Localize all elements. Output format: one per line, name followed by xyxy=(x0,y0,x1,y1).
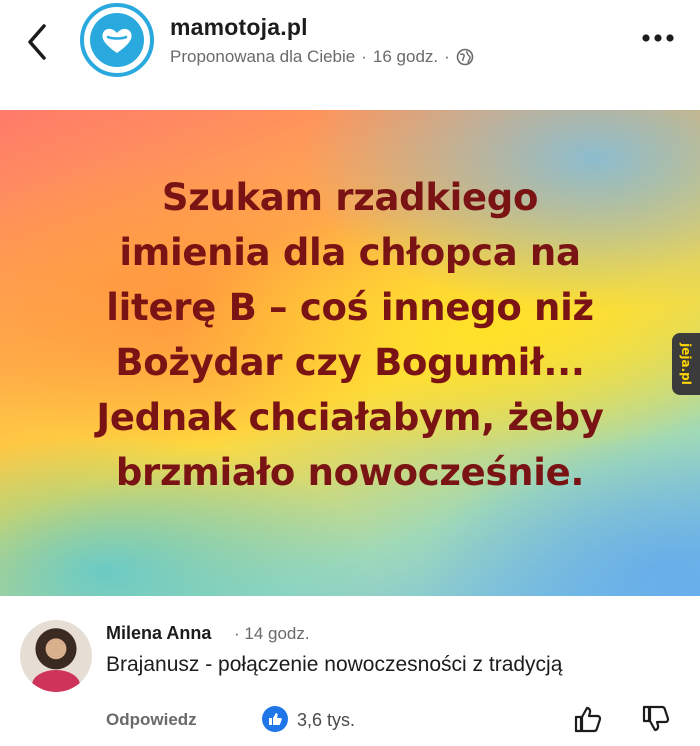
meta-separator: · xyxy=(444,47,450,66)
suggested-label: Proponowana dla Ciebie xyxy=(170,47,356,66)
page-logo-icon xyxy=(90,13,144,67)
globe-icon xyxy=(456,48,474,66)
post-time: 16 godz. xyxy=(372,47,439,66)
watermark: jeja.pl xyxy=(672,333,700,395)
thumb-down-icon[interactable] xyxy=(641,704,671,734)
like-count[interactable]: 3,6 tys. xyxy=(297,710,355,731)
watermark-label: jeja.pl xyxy=(679,343,694,385)
post-meta: Proponowana dla Ciebie · 16 godz. · xyxy=(170,47,474,67)
comment-text: Brajanusz - połączenie nowoczesności z t… xyxy=(106,653,563,676)
comment-author[interactable]: Milena Anna xyxy=(106,623,211,644)
meta-separator: · xyxy=(361,47,367,66)
back-chevron-icon[interactable] xyxy=(22,22,52,62)
page-name[interactable]: mamotoja.pl xyxy=(170,14,308,41)
page-avatar[interactable] xyxy=(80,3,154,77)
post-header: mamotoja.pl Proponowana dla Ciebie · 16 … xyxy=(0,0,700,100)
more-options-icon[interactable] xyxy=(638,28,678,48)
reply-button[interactable]: Odpowiedz xyxy=(106,710,197,730)
thumb-up-icon[interactable] xyxy=(573,704,603,734)
comment-avatar[interactable] xyxy=(20,620,92,692)
comment-time: · 14 godz. xyxy=(234,624,310,643)
like-reaction-icon xyxy=(262,706,288,732)
post-text: Szukam rzadkiego imienia dla chłopca na … xyxy=(96,176,604,494)
post-image[interactable]: Szukam rzadkiego imienia dla chłopca na … xyxy=(0,110,700,596)
